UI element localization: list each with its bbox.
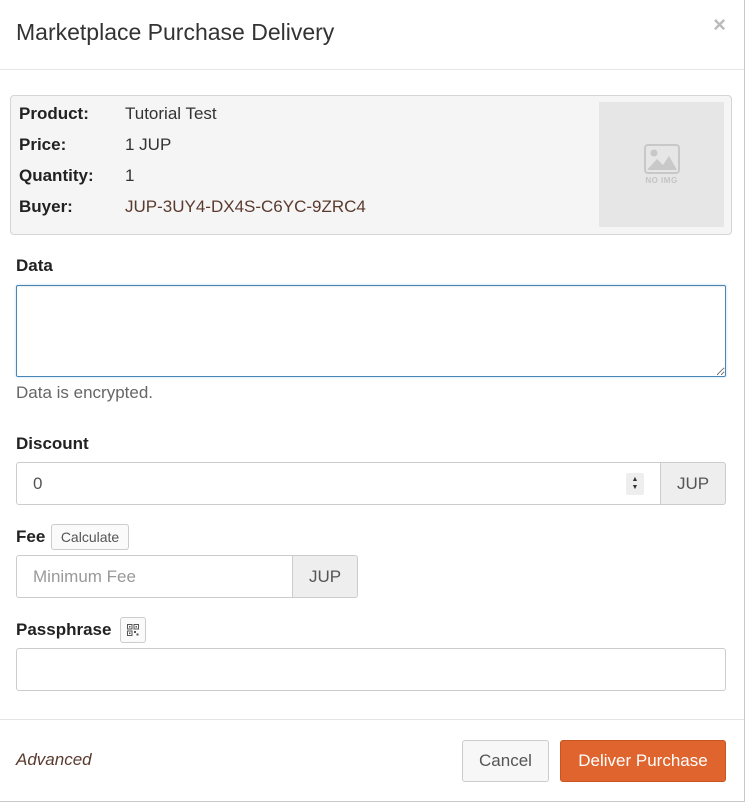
- modal-footer: Advanced Cancel Deliver Purchase: [0, 719, 744, 801]
- fee-label: Fee: [16, 527, 46, 546]
- discount-value: 0: [33, 473, 43, 493]
- data-textarea[interactable]: [16, 285, 726, 377]
- buyer-row: Buyer: JUP-3UY4-DX4S-C6YC-9ZRC4: [19, 197, 366, 217]
- price-label: Price:: [19, 135, 67, 154]
- product-value: Tutorial Test: [125, 104, 217, 123]
- quantity-label: Quantity:: [19, 166, 94, 185]
- discount-input[interactable]: 0 ▲ ▼: [16, 462, 661, 505]
- number-spinner[interactable]: ▲ ▼: [626, 472, 644, 495]
- product-image-placeholder: NO IMG: [599, 102, 724, 227]
- fee-input[interactable]: Minimum Fee: [16, 555, 293, 598]
- passphrase-input[interactable]: [16, 648, 726, 691]
- buyer-label: Buyer:: [19, 197, 73, 216]
- product-row: Product: Tutorial Test: [19, 104, 217, 124]
- price-value: 1 JUP: [125, 135, 172, 154]
- quantity-row: Quantity: 1: [19, 166, 134, 186]
- advanced-link[interactable]: Advanced: [16, 750, 92, 770]
- fee-input-group: Minimum Fee JUP: [16, 555, 358, 598]
- deliver-purchase-button[interactable]: Deliver Purchase: [560, 740, 726, 782]
- discount-input-group: 0 ▲ ▼ JUP: [16, 462, 726, 505]
- price-row: Price: 1 JUP: [19, 135, 171, 155]
- qr-code-icon: [127, 624, 139, 636]
- image-placeholder-icon: [643, 144, 680, 174]
- fee-unit-addon: JUP: [293, 555, 358, 598]
- spinner-down-icon[interactable]: ▼: [632, 484, 639, 492]
- modal-title: Marketplace Purchase Delivery: [16, 19, 335, 45]
- passphrase-label: Passphrase: [16, 620, 112, 639]
- calculate-fee-button[interactable]: Calculate: [51, 524, 129, 550]
- spinner-up-icon[interactable]: ▲: [632, 476, 639, 484]
- product-label: Product:: [19, 104, 89, 123]
- data-label: Data: [16, 256, 53, 275]
- data-help-text: Data is encrypted.: [16, 383, 154, 402]
- quantity-value: 1: [125, 166, 135, 185]
- discount-label: Discount: [16, 434, 89, 453]
- no-image-text: NO IMG: [645, 176, 678, 185]
- qr-scan-button[interactable]: [120, 617, 146, 643]
- cancel-button[interactable]: Cancel: [462, 740, 549, 782]
- purchase-delivery-modal: Marketplace Purchase Delivery × Product:…: [0, 0, 745, 802]
- passphrase-input-group: [16, 648, 726, 691]
- product-info-panel: Product: Tutorial Test Price: 1 JUP Quanti…: [10, 95, 732, 235]
- modal-header: Marketplace Purchase Delivery ×: [0, 0, 744, 70]
- close-icon[interactable]: ×: [713, 14, 726, 36]
- discount-unit-addon: JUP: [661, 462, 726, 505]
- buyer-account-link[interactable]: JUP-3UY4-DX4S-C6YC-9ZRC4: [125, 197, 366, 216]
